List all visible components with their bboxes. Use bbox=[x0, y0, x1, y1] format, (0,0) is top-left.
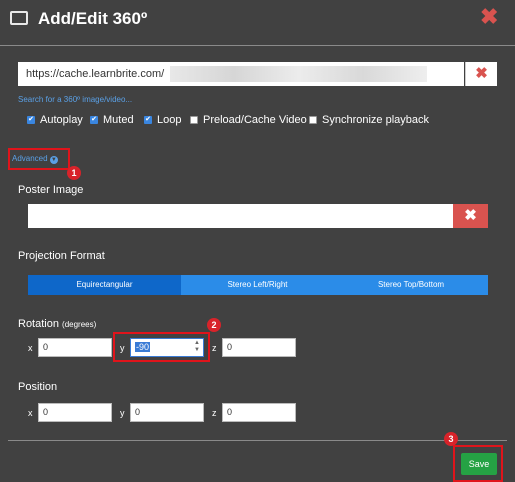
position-y-label: y bbox=[120, 408, 125, 418]
projection-stereo-top-bottom[interactable]: Stereo Top/Bottom bbox=[334, 275, 488, 295]
rotation-y-input[interactable]: -90 ▲ ▼ bbox=[130, 338, 204, 357]
checkbox-label: Autoplay bbox=[40, 114, 83, 126]
rotation-label: Rotation (degrees) bbox=[18, 318, 96, 330]
check-icon: ✔ bbox=[144, 116, 152, 124]
clear-url-button[interactable]: ✖ bbox=[465, 62, 497, 86]
annotation-badge-3: 3 bbox=[444, 432, 458, 446]
rotation-x-label: x bbox=[28, 343, 33, 353]
checkbox-loop[interactable]: ✔ Loop bbox=[144, 114, 181, 126]
advanced-label: Advanced bbox=[12, 154, 48, 163]
projection-equirectangular[interactable]: Equirectangular bbox=[28, 275, 181, 295]
checkbox-muted[interactable]: ✔ Muted bbox=[90, 114, 134, 126]
chevron-down-icon: ▼ bbox=[49, 156, 58, 164]
projection-format-label: Projection Format bbox=[18, 250, 105, 262]
position-y-input[interactable]: 0 bbox=[130, 403, 204, 422]
footer-divider bbox=[8, 440, 507, 441]
checkbox-autoplay[interactable]: ✔ Autoplay bbox=[27, 114, 83, 126]
annotation-badge-2: 2 bbox=[207, 318, 221, 332]
position-x-input[interactable]: 0 bbox=[38, 403, 112, 422]
url-redacted-area bbox=[170, 66, 427, 82]
position-x-label: x bbox=[28, 408, 33, 418]
rotation-z-label: z bbox=[212, 343, 217, 353]
header-divider bbox=[0, 45, 515, 46]
modal-title: Add/Edit 360º bbox=[38, 9, 148, 28]
checkbox-label: Muted bbox=[103, 114, 134, 126]
check-icon: ✔ bbox=[90, 116, 98, 124]
poster-image-input[interactable] bbox=[28, 204, 453, 228]
image-icon bbox=[10, 11, 28, 25]
rotation-y-value: -90 bbox=[135, 342, 151, 352]
poster-image-label: Poster Image bbox=[18, 184, 84, 196]
rotation-x-input[interactable]: 0 bbox=[38, 338, 112, 357]
projection-stereo-left-right[interactable]: Stereo Left/Right bbox=[181, 275, 334, 295]
rotation-unit: (degrees) bbox=[62, 320, 97, 329]
rotation-z-input[interactable]: 0 bbox=[222, 338, 296, 357]
check-icon: ✔ bbox=[27, 116, 35, 124]
rotation-label-text: Rotation bbox=[18, 318, 59, 330]
position-z-input[interactable]: 0 bbox=[222, 403, 296, 422]
checkbox-box bbox=[190, 116, 198, 124]
close-icon[interactable]: ✖ bbox=[480, 6, 498, 28]
save-button[interactable]: Save bbox=[461, 453, 497, 475]
checkbox-box bbox=[309, 116, 317, 124]
checkbox-label: Preload/Cache Video bbox=[203, 114, 307, 126]
advanced-toggle[interactable]: Advanced ▼ bbox=[12, 154, 58, 164]
spinner-icon[interactable]: ▲ ▼ bbox=[194, 340, 200, 354]
clear-poster-button[interactable]: ✖ bbox=[453, 204, 488, 228]
rotation-y-label: y bbox=[120, 343, 125, 353]
annotation-badge-1: 1 bbox=[67, 166, 81, 180]
checkbox-preload[interactable]: Preload/Cache Video bbox=[190, 114, 307, 126]
position-z-label: z bbox=[212, 408, 217, 418]
checkbox-synchronize[interactable]: Synchronize playback bbox=[309, 114, 429, 126]
checkbox-label: Loop bbox=[157, 114, 182, 126]
search-360-link[interactable]: Search for a 360º image/video... bbox=[18, 95, 132, 104]
position-label: Position bbox=[18, 381, 58, 393]
checkbox-label: Synchronize playback bbox=[322, 114, 430, 126]
